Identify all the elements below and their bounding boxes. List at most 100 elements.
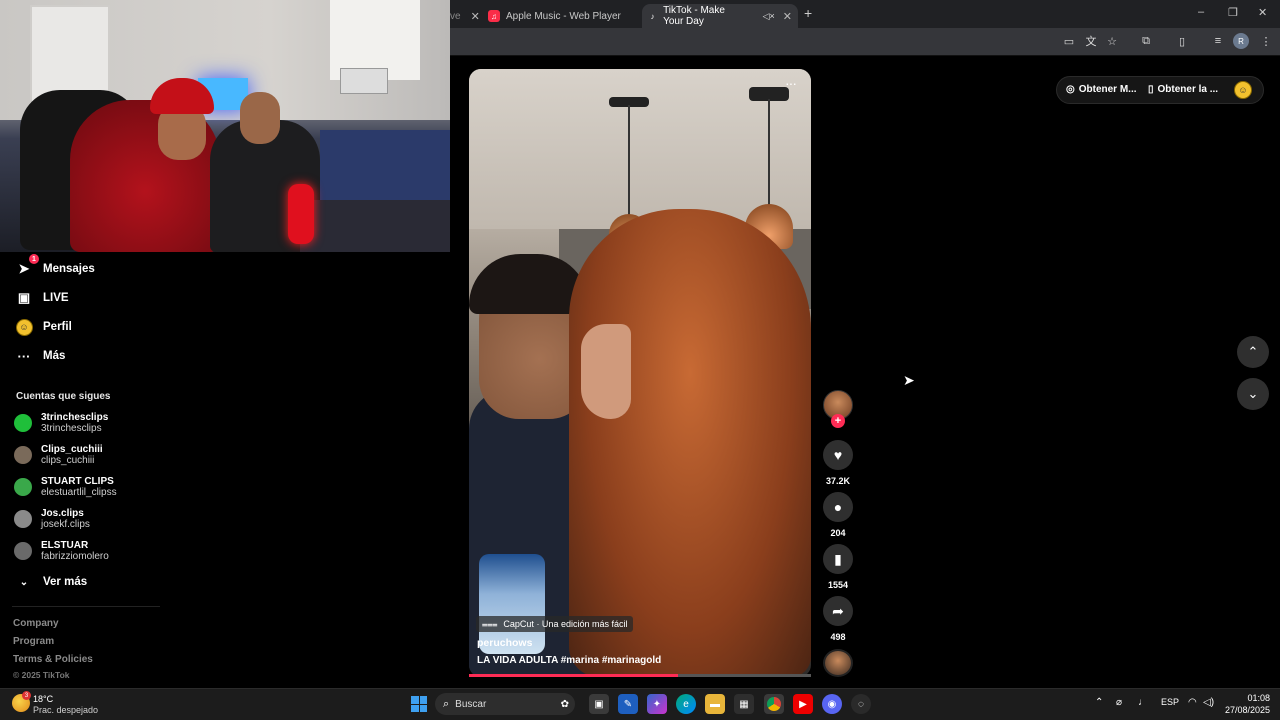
- nav-label: Perfil: [43, 321, 72, 333]
- video-player[interactable]: ···: [469, 69, 811, 677]
- video-lamp-cord: [768, 99, 770, 209]
- tab-tiktok[interactable]: ♪ TikTok - Make Your Day ◁× ✕: [642, 4, 798, 28]
- share-button[interactable]: ➦: [823, 596, 853, 626]
- tab-partial[interactable]: ve ✕: [450, 4, 480, 28]
- following-item[interactable]: Clips_cuchiii clips_cuchiii: [14, 441, 164, 469]
- comment-bubble-icon: ●: [833, 499, 843, 515]
- discord-icon[interactable]: ◉: [822, 694, 842, 714]
- profile-avatar-icon: ☺: [15, 318, 33, 336]
- previous-video-button[interactable]: ⌃: [1237, 336, 1269, 368]
- clock-time[interactable]: 01:08: [1244, 693, 1270, 703]
- pen-app-icon[interactable]: ✎: [618, 694, 638, 714]
- minimize-button[interactable]: –: [1198, 6, 1204, 18]
- maximize-button[interactable]: ❐: [1228, 6, 1238, 19]
- video-author[interactable]: peruchows: [477, 637, 532, 649]
- like-count: 37.2K: [825, 476, 851, 486]
- footer-link-terms[interactable]: Terms & Policies: [13, 654, 93, 665]
- video-caption[interactable]: LA VIDA ADULTA #marina #marinagold: [477, 655, 661, 666]
- bookmark-star-icon[interactable]: ☆: [1104, 33, 1120, 49]
- copilot-icon[interactable]: ✦: [647, 694, 667, 714]
- footer-link-program[interactable]: Program: [13, 636, 54, 647]
- tab-label: TikTok - Make Your Day: [663, 5, 725, 27]
- apple-music-icon: ♫: [488, 10, 500, 22]
- tray-overflow-icon[interactable]: ⌃: [1095, 697, 1103, 708]
- copyright: © 2025 TikTok: [13, 670, 70, 680]
- search-highlight-icon: ✿: [560, 698, 569, 710]
- next-video-button[interactable]: ⌄: [1237, 378, 1269, 410]
- close-tab-icon[interactable]: ✕: [471, 10, 480, 23]
- edge-browser-icon[interactable]: e: [676, 694, 696, 714]
- volume-icon[interactable]: ◁): [1203, 697, 1214, 708]
- profile-avatar-icon[interactable]: R: [1233, 33, 1249, 49]
- phone-icon: ▯: [1148, 84, 1154, 95]
- bookmark-icon: ▮: [834, 550, 842, 567]
- tab-apple-music[interactable]: ♫ Apple Music - Web Player ✕: [488, 4, 658, 28]
- speaker-muted-icon[interactable]: ◁×: [763, 11, 775, 22]
- language-indicator[interactable]: ESP: [1161, 697, 1179, 707]
- sidebar-divider: [12, 606, 160, 607]
- following-handle: clips_cuchiii: [41, 455, 95, 466]
- task-view-icon[interactable]: ▣: [589, 694, 609, 714]
- nav-perfil[interactable]: ☺ Perfil: [14, 317, 72, 337]
- see-more-label: Ver más: [43, 576, 88, 588]
- media-controls-icon[interactable]: ≡: [1210, 33, 1226, 49]
- app-icon[interactable]: ◌: [851, 694, 871, 714]
- network-off-icon[interactable]: ⌀: [1116, 697, 1122, 708]
- get-coins-button[interactable]: ◎ Obtener M...: [1066, 84, 1137, 95]
- video-progress-bar[interactable]: [469, 674, 811, 677]
- following-item[interactable]: 3trinchesclips 3trinchesclips: [14, 409, 164, 437]
- cast-icon[interactable]: ▭: [1061, 33, 1077, 49]
- screen: ve✕ ♫ Apple Music - Web Player ✕ ♪ TikTo…: [0, 0, 1280, 720]
- following-item[interactable]: STUART CLIPS elestuartlil_clipss: [14, 473, 164, 501]
- get-coins-label: Obtener M...: [1078, 84, 1137, 95]
- taskbar-search[interactable]: ⌕ Buscar ✿: [435, 693, 575, 715]
- video-woman-hair: [569, 209, 811, 677]
- microphone-icon[interactable]: ♩: [1138, 697, 1148, 708]
- webcam-overlay: [0, 0, 450, 252]
- follow-plus-icon[interactable]: +: [831, 414, 845, 428]
- windows-start-icon[interactable]: [411, 696, 427, 712]
- sidepanel-icon[interactable]: ▯: [1174, 33, 1190, 49]
- store-icon[interactable]: ▦: [734, 694, 754, 714]
- wifi-icon[interactable]: ◠: [1188, 697, 1197, 708]
- share-count: 498: [830, 632, 846, 642]
- weather-badge: 3: [22, 691, 31, 700]
- youtube-icon[interactable]: ▶: [793, 694, 813, 714]
- weather-temperature[interactable]: 18°C: [33, 694, 53, 704]
- get-app-button[interactable]: ▯ Obtener la ...: [1148, 84, 1218, 95]
- video-woman-face: [581, 324, 631, 419]
- live-tv-icon: ▣: [17, 290, 31, 305]
- nav-mensajes[interactable]: ➤ 1 Mensajes: [14, 254, 95, 279]
- save-button[interactable]: ▮: [823, 544, 853, 574]
- close-window-button[interactable]: ✕: [1258, 6, 1267, 19]
- capcut-badge[interactable]: ⩶ CapCut · Una edición más fácil: [476, 616, 634, 632]
- footer-link-company[interactable]: Company: [13, 618, 59, 629]
- translate-icon[interactable]: 文: [1083, 33, 1099, 49]
- nav-mas[interactable]: ··· Más: [14, 346, 66, 366]
- new-tab-button[interactable]: +: [804, 5, 812, 21]
- weather-description[interactable]: Prac. despejado: [33, 705, 98, 715]
- windows-taskbar: [0, 688, 1280, 720]
- following-item[interactable]: ELSTUAR fabrizziomolero: [14, 537, 164, 565]
- music-disc[interactable]: [823, 649, 853, 677]
- chevron-up-icon: ⌃: [1247, 344, 1259, 359]
- profile-avatar-icon[interactable]: ☺: [1234, 81, 1252, 99]
- file-explorer-icon[interactable]: ▬: [705, 694, 725, 714]
- search-icon: ⌕: [443, 697, 450, 710]
- more-dots-icon: ···: [17, 348, 31, 364]
- see-more-button[interactable]: ⌄ Ver más: [14, 572, 87, 592]
- extensions-icon[interactable]: ⧉: [1138, 33, 1154, 49]
- menu-kebab-icon[interactable]: ⋮: [1258, 33, 1274, 49]
- webcam-desk: [300, 200, 450, 252]
- clock-date[interactable]: 27/08/2025: [1222, 705, 1270, 715]
- comment-button[interactable]: ●: [823, 492, 853, 522]
- video-more-options-icon[interactable]: ···: [785, 75, 797, 91]
- close-tab-icon[interactable]: ✕: [783, 10, 792, 23]
- nav-live[interactable]: ▣ LIVE: [14, 288, 69, 308]
- chrome-browser-icon[interactable]: [764, 694, 784, 714]
- following-avatar: [14, 414, 32, 432]
- following-item[interactable]: Jos.clips josekf.clips: [14, 505, 164, 533]
- video-lamp-cord: [628, 105, 630, 215]
- following-name: STUART CLIPS: [41, 476, 114, 487]
- like-button[interactable]: ♥: [823, 440, 853, 470]
